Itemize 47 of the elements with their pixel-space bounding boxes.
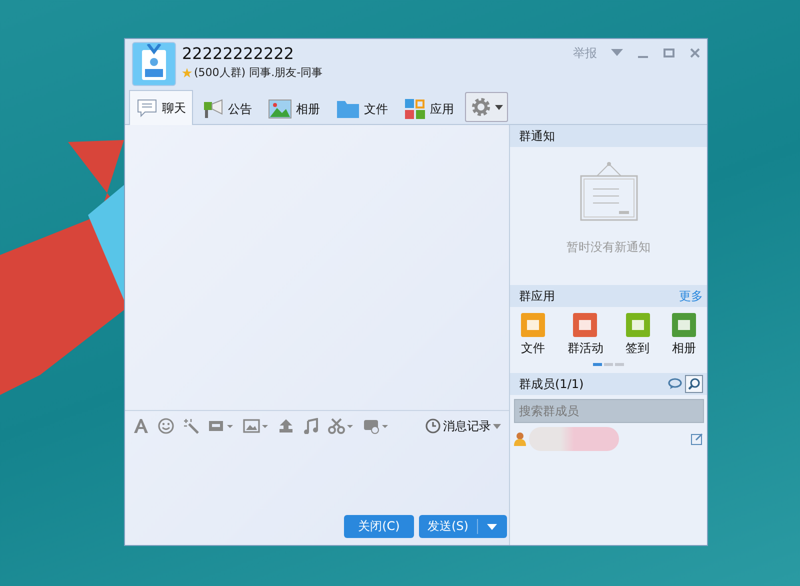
section-title: 群通知 <box>519 128 555 144</box>
music-icon[interactable] <box>303 418 319 434</box>
group-name: 22222222222 <box>182 44 295 64</box>
megaphone-icon <box>202 98 224 120</box>
image-icon[interactable] <box>243 418 269 434</box>
gear-icon <box>470 96 492 118</box>
search-button[interactable] <box>685 375 703 393</box>
send-button[interactable]: 发送(S) <box>419 515 507 538</box>
caret-icon <box>493 424 501 428</box>
chat-bubble-icon <box>136 97 158 119</box>
group-avatar-icon <box>132 42 176 86</box>
dropdown-icon[interactable] <box>611 49 623 57</box>
chat-bubble-icon[interactable] <box>668 378 682 390</box>
tab[interactable]: 相册 <box>261 92 327 125</box>
emoji-icon[interactable] <box>158 418 174 434</box>
settings-button[interactable] <box>465 92 508 122</box>
search-field[interactable]: 搜索群成员 <box>514 399 704 423</box>
close-button[interactable]: 关闭(C) <box>344 515 414 538</box>
user-icon <box>514 432 526 446</box>
scissors-icon[interactable] <box>328 418 354 434</box>
maximize-icon[interactable] <box>663 47 675 59</box>
group-info: (500人群) 同事.朋友-同事 <box>194 65 323 80</box>
folder-icon <box>336 99 360 119</box>
app-item[interactable]: 文件 <box>521 313 546 357</box>
picture-icon <box>268 99 292 119</box>
star-icon <box>182 68 192 78</box>
upload-icon[interactable] <box>278 418 294 434</box>
history-button[interactable]: 消息记录 <box>425 418 501 434</box>
section-title: 群应用 <box>519 288 555 304</box>
notice-board-icon <box>580 159 638 221</box>
app-item[interactable]: 群活动 <box>567 313 604 357</box>
section-title: 群成员(1/1) <box>519 376 584 392</box>
close-icon[interactable] <box>689 47 701 59</box>
edit-icon[interactable] <box>691 433 703 445</box>
tab[interactable]: 公告 <box>195 92 259 125</box>
empty-notice-text: 暂时没有新通知 <box>566 239 650 256</box>
clock-icon <box>425 418 441 434</box>
app-item[interactable]: 签到 <box>626 313 650 357</box>
tab[interactable]: 聊天 <box>129 90 193 125</box>
font-icon[interactable] <box>133 418 149 434</box>
app-item[interactable]: 相册 <box>672 313 696 357</box>
tab[interactable]: 应用 <box>397 92 461 125</box>
apps-grid-icon <box>404 98 426 120</box>
caret-icon <box>495 104 503 110</box>
caret-icon <box>487 524 497 530</box>
tab[interactable]: 文件 <box>329 92 395 125</box>
magic-wand-icon[interactable] <box>183 418 199 434</box>
